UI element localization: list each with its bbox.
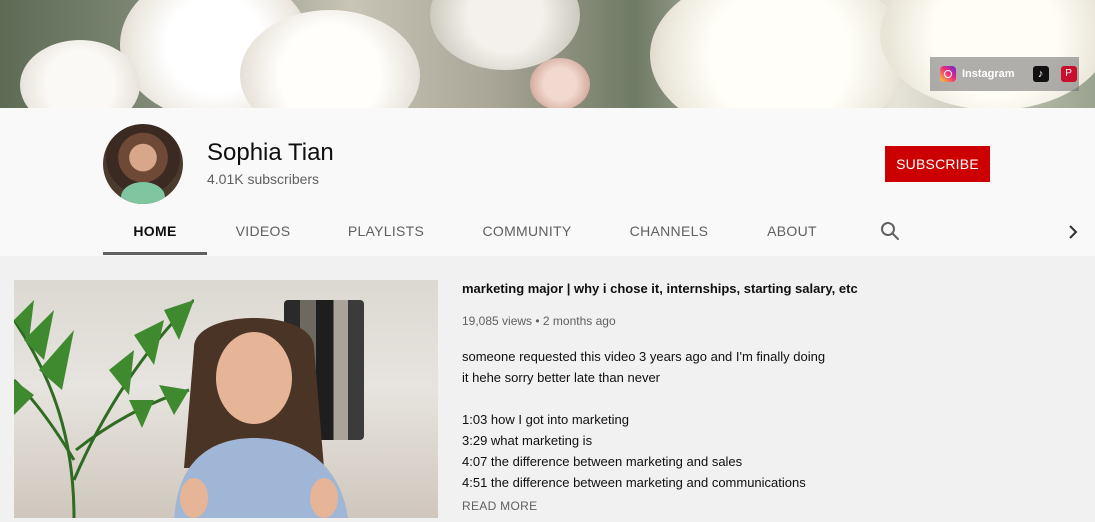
- subscriber-count: 4.01K subscribers: [207, 171, 320, 187]
- tab-home[interactable]: HOME: [103, 208, 207, 254]
- active-tab-indicator: [103, 252, 207, 255]
- instagram-link[interactable]: Instagram: [962, 68, 1015, 80]
- tab-channels[interactable]: CHANNELS: [617, 208, 721, 254]
- tab-videos[interactable]: VIDEOS: [223, 208, 303, 254]
- channel-name: Sophia Tian: [207, 139, 334, 166]
- description-line: it hehe sorry better late than never: [462, 370, 661, 385]
- description-line: someone requested this video 3 years ago…: [462, 349, 826, 364]
- instagram-icon[interactable]: [940, 66, 956, 82]
- channel-header: Sophia Tian 4.01K subscribers SUBSCRIBE …: [0, 108, 1095, 256]
- tab-community[interactable]: COMMUNITY: [469, 208, 585, 254]
- channel-tabs: HOME VIDEOS PLAYLISTS COMMUNITY CHANNELS…: [103, 208, 1093, 256]
- timestamp-line[interactable]: 3:29 what marketing is: [462, 430, 862, 451]
- banner-flower: [880, 0, 1095, 108]
- chevron-right-icon[interactable]: [1063, 222, 1083, 242]
- search-icon[interactable]: [878, 219, 902, 243]
- banner-bud: [530, 58, 590, 108]
- avatar[interactable]: [103, 124, 183, 204]
- pinterest-icon[interactable]: P: [1060, 66, 1077, 82]
- featured-video-section: marketing major | why i chose it, intern…: [0, 256, 1095, 522]
- subscribe-button[interactable]: SUBSCRIBE: [885, 146, 990, 182]
- banner-flower: [650, 0, 910, 108]
- person-image: [174, 318, 348, 518]
- read-more-link[interactable]: READ MORE: [462, 499, 537, 513]
- channel-banner: Instagram ♪ P: [0, 0, 1095, 108]
- timestamp-line[interactable]: 4:51 the difference between marketing an…: [462, 472, 862, 493]
- video-description: someone requested this video 3 years ago…: [462, 346, 862, 493]
- tab-about[interactable]: ABOUT: [753, 208, 831, 254]
- video-thumbnail[interactable]: [14, 280, 438, 518]
- description-blank-line: [462, 388, 862, 409]
- timestamp-line[interactable]: 1:03 how I got into marketing: [462, 409, 862, 430]
- timestamp-line[interactable]: 4:07 the difference between marketing an…: [462, 451, 862, 472]
- video-title[interactable]: marketing major | why i chose it, intern…: [462, 281, 858, 296]
- tiktok-icon[interactable]: ♪: [1032, 66, 1049, 82]
- video-meta: 19,085 views • 2 months ago: [462, 314, 616, 328]
- banner-social-links: Instagram ♪ P: [930, 57, 1079, 91]
- tab-playlists[interactable]: PLAYLISTS: [335, 208, 437, 254]
